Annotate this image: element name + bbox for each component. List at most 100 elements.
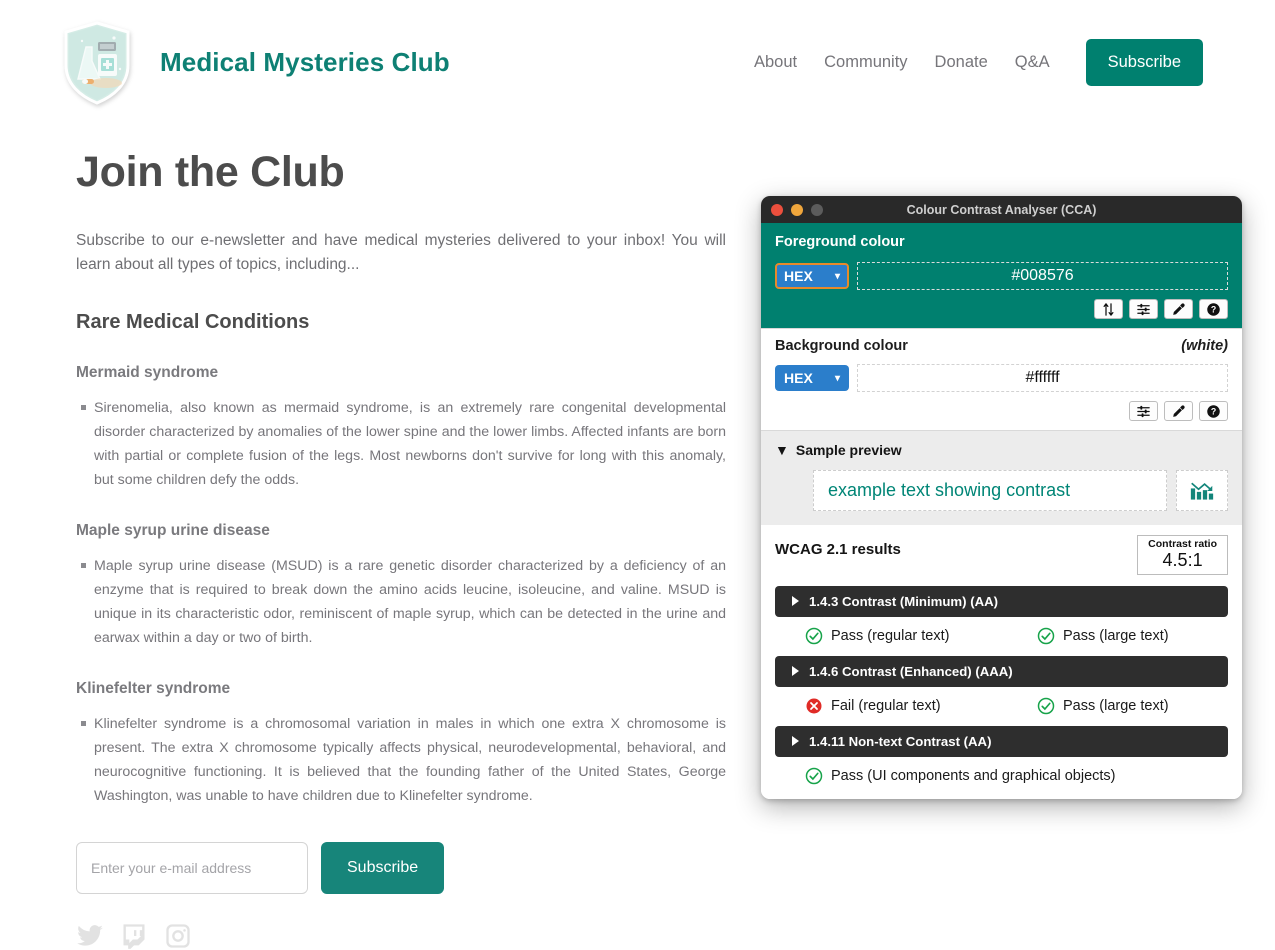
main-nav: About Community Donate Q&A Subscribe bbox=[754, 39, 1203, 86]
background-sliders-button[interactable] bbox=[1129, 401, 1158, 421]
subscribe-form: Subscribe bbox=[76, 842, 726, 895]
bar-chart-icon bbox=[1190, 482, 1214, 500]
results-title: WCAG 2.1 results bbox=[775, 541, 901, 558]
chevron-down-icon: ▾ bbox=[834, 270, 840, 282]
svg-text:?: ? bbox=[1211, 406, 1216, 416]
sliders-icon bbox=[1137, 405, 1150, 417]
cca-titlebar[interactable]: Colour Contrast Analyser (CCA) bbox=[761, 196, 1242, 223]
foreground-tools: ? bbox=[775, 299, 1228, 319]
criterion-1-4-3-results: Pass (regular text) Pass (large text) bbox=[775, 627, 1228, 645]
background-header: Background colour (white) bbox=[775, 338, 1228, 354]
twitter-icon[interactable] bbox=[76, 922, 104, 950]
criterion-1-4-6-results: Fail (regular text) Pass (large text) bbox=[775, 697, 1228, 715]
foreground-sliders-button[interactable] bbox=[1129, 299, 1158, 319]
result-regular-text: Pass (regular text) bbox=[805, 627, 1037, 645]
condition-list-klinefelter: Klinefelter syndrome is a chromosomal va… bbox=[76, 712, 726, 808]
criterion-label: 1.4.3 Contrast (Minimum) (AA) bbox=[809, 593, 999, 609]
zoom-window-button bbox=[811, 203, 823, 216]
criterion-label: 1.4.11 Non-text Contrast (AA) bbox=[809, 733, 992, 749]
instagram-icon[interactable] bbox=[164, 922, 192, 950]
nav-item-donate[interactable]: Donate bbox=[935, 53, 988, 72]
nav-item-community[interactable]: Community bbox=[824, 53, 907, 72]
pass-icon bbox=[1037, 697, 1055, 714]
close-window-button[interactable] bbox=[771, 203, 783, 216]
pass-icon bbox=[1037, 627, 1055, 644]
foreground-help-button[interactable]: ? bbox=[1199, 299, 1228, 319]
wcag-results-panel: WCAG 2.1 results Contrast ratio 4.5:1 1.… bbox=[761, 525, 1242, 799]
page-title: Join the Club bbox=[76, 148, 345, 196]
list-item: Klinefelter syndrome is a chromosomal va… bbox=[81, 712, 726, 808]
sample-text: example text showing contrast bbox=[813, 470, 1167, 511]
criterion-1-4-3[interactable]: 1.4.3 Contrast (Minimum) (AA) bbox=[775, 585, 1228, 617]
result-regular-text: Fail (regular text) bbox=[805, 697, 1037, 715]
pass-icon bbox=[805, 767, 823, 784]
eyedropper-icon bbox=[1173, 302, 1185, 315]
background-panel: Background colour (white) HEX ▾ #ffffff bbox=[761, 328, 1242, 430]
nav-item-about[interactable]: About bbox=[754, 53, 797, 72]
background-tools: ? bbox=[775, 401, 1228, 421]
condition-title-klinefelter: Klinefelter syndrome bbox=[76, 680, 231, 698]
result-ui-components: Pass (UI components and graphical object… bbox=[805, 767, 1116, 785]
triangle-right-icon bbox=[792, 736, 799, 747]
result-text: Pass (large text) bbox=[1063, 627, 1169, 644]
contrast-ratio-value: 4.5:1 bbox=[1162, 550, 1203, 570]
foreground-eyedropper-button[interactable] bbox=[1164, 299, 1193, 319]
swap-colours-button[interactable] bbox=[1094, 299, 1123, 319]
sliders-icon bbox=[1137, 303, 1150, 315]
foreground-panel: Foreground colour HEX ▾ #008576 ? bbox=[761, 223, 1242, 328]
brand-title: Medical Mysteries Club bbox=[160, 47, 450, 77]
minimize-window-button[interactable] bbox=[791, 203, 803, 216]
foreground-format-select[interactable]: HEX ▾ bbox=[775, 263, 849, 289]
criterion-1-4-11-results: Pass (UI components and graphical object… bbox=[775, 767, 1228, 785]
header-subscribe-button[interactable]: Subscribe bbox=[1085, 39, 1203, 86]
condition-list-msud: Maple syrup urine disease (MSUD) is a ra… bbox=[76, 554, 726, 650]
result-large-text: Pass (large text) bbox=[1037, 697, 1169, 715]
condition-list-mermaid: Sirenomelia, also known as mermaid syndr… bbox=[76, 396, 726, 492]
main-content: Join the Club Subscribe to our e-newslet… bbox=[76, 148, 726, 950]
sample-graphic bbox=[1176, 470, 1228, 511]
condition-title-mermaid: Mermaid syndrome bbox=[76, 364, 219, 382]
result-text: Fail (regular text) bbox=[831, 697, 941, 714]
brand[interactable]: Medical Mysteries Club bbox=[62, 20, 450, 105]
triangle-right-icon bbox=[792, 596, 799, 607]
twitch-icon[interactable] bbox=[120, 922, 148, 950]
medical-shield-logo-icon bbox=[64, 20, 130, 105]
window-controls bbox=[771, 203, 823, 216]
intro-paragraph: Subscribe to our e-newsletter and have m… bbox=[76, 232, 726, 274]
foreground-label: Foreground colour bbox=[775, 234, 905, 250]
sample-preview-disclosure[interactable]: ▼ Sample preview bbox=[775, 442, 1228, 458]
background-format-select[interactable]: HEX ▾ bbox=[775, 365, 849, 391]
foreground-format-value: HEX bbox=[784, 268, 813, 284]
site-header: Medical Mysteries Club About Community D… bbox=[0, 0, 1275, 125]
form-subscribe-button[interactable]: Subscribe bbox=[321, 842, 445, 895]
social-links bbox=[76, 922, 726, 950]
email-field[interactable] bbox=[76, 842, 308, 895]
help-icon: ? bbox=[1207, 404, 1220, 418]
foreground-hex-input[interactable]: #008576 bbox=[857, 262, 1228, 290]
contrast-ratio-label: Contrast ratio bbox=[1148, 538, 1217, 550]
background-hex-input[interactable]: #ffffff bbox=[857, 364, 1228, 392]
background-eyedropper-button[interactable] bbox=[1164, 401, 1193, 421]
chevron-down-icon: ▾ bbox=[834, 372, 840, 384]
background-help-button[interactable]: ? bbox=[1199, 401, 1228, 421]
sample-preview-row: example text showing contrast bbox=[775, 470, 1228, 511]
nav-item-qa[interactable]: Q&A bbox=[1015, 53, 1050, 72]
sample-preview-panel: ▼ Sample preview example text showing co… bbox=[761, 430, 1242, 525]
fail-icon bbox=[806, 698, 822, 714]
foreground-colour-row: HEX ▾ #008576 bbox=[775, 262, 1228, 290]
triangle-down-icon: ▼ bbox=[775, 442, 789, 458]
result-text: Pass (UI components and graphical object… bbox=[831, 767, 1116, 784]
result-text: Pass (regular text) bbox=[831, 627, 950, 644]
swap-colours-icon bbox=[1103, 302, 1114, 316]
criterion-1-4-11[interactable]: 1.4.11 Non-text Contrast (AA) bbox=[775, 725, 1228, 757]
triangle-right-icon bbox=[792, 666, 799, 677]
criterion-label: 1.4.6 Contrast (Enhanced) (AAA) bbox=[809, 663, 1013, 679]
background-colour-name: (white) bbox=[1181, 338, 1228, 354]
criterion-1-4-6[interactable]: 1.4.6 Contrast (Enhanced) (AAA) bbox=[775, 655, 1228, 687]
sample-preview-label: Sample preview bbox=[795, 442, 902, 458]
results-header: WCAG 2.1 results Contrast ratio 4.5:1 bbox=[775, 535, 1228, 575]
pass-icon bbox=[805, 627, 823, 644]
help-icon: ? bbox=[1207, 302, 1220, 316]
background-format-value: HEX bbox=[784, 370, 813, 386]
background-label: Background colour bbox=[775, 338, 908, 354]
